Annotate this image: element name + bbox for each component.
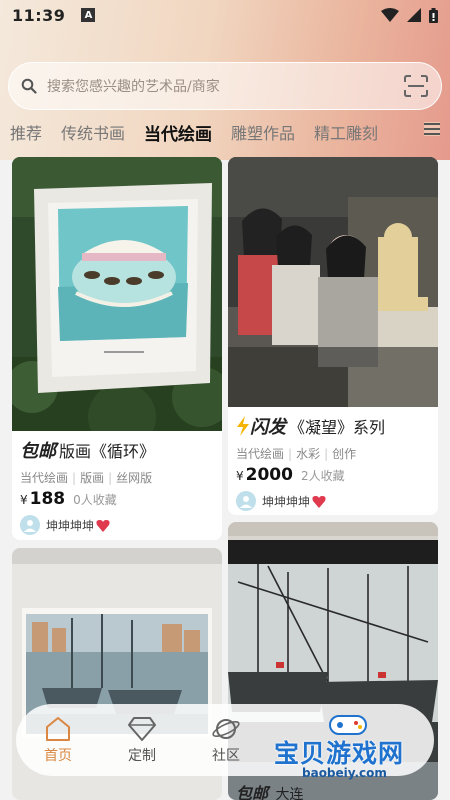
tab-traditional-painting[interactable]: 传统书画: [61, 120, 125, 144]
planet-icon: [212, 718, 240, 739]
battery-icon: [429, 7, 438, 23]
tag: 当代绘画: [236, 447, 285, 461]
product-card[interactable]: 包邮 版画《循环》 当代绘画 | 版画 | 丝网版 ¥ 188 0人收藏 坤坤坤坤: [12, 157, 222, 540]
price-row: ¥ 188 0人收藏: [12, 489, 222, 509]
nav-community[interactable]: 社区: [184, 716, 268, 765]
seller-name: 坤坤坤坤: [262, 494, 311, 509]
product-image: [12, 157, 222, 431]
product-title-text: 大连: [275, 787, 304, 800]
menu-icon[interactable]: [424, 122, 440, 136]
watermark-url: baobeiy.com: [302, 766, 387, 780]
home-icon: [46, 716, 70, 741]
tag: 版画: [80, 471, 105, 485]
nav-community-label: 社区: [212, 747, 240, 764]
seller-info[interactable]: 坤坤坤坤: [228, 491, 438, 511]
status-time: 11:39: [12, 5, 66, 25]
heart-icon: [312, 495, 326, 508]
nav-custom[interactable]: 定制: [100, 716, 184, 765]
currency-symbol: ¥: [20, 493, 28, 507]
shipping-badge: 包邮: [236, 784, 269, 800]
tag: 水彩: [296, 447, 321, 461]
status-icons: [381, 7, 438, 23]
tab-fine-carving[interactable]: 精工雕刻: [314, 120, 378, 144]
seller-info[interactable]: 坤坤坤坤: [12, 515, 222, 535]
wifi-icon: [381, 8, 399, 22]
product-image: [228, 157, 438, 407]
shipping-badge: 包邮: [20, 441, 56, 462]
app-notification-icon: A: [81, 8, 96, 22]
product-title: 包邮 版画《循环》: [12, 437, 222, 463]
signal-icon: [407, 8, 421, 22]
heart-icon: [96, 519, 110, 532]
currency-symbol: ¥: [236, 469, 244, 483]
search-icon: [21, 78, 37, 94]
search-bar[interactable]: 搜索您感兴趣的艺术品/商家: [8, 62, 442, 110]
product-tags: 当代绘画 | 版画 | 丝网版: [20, 471, 153, 485]
favorite-count: 2人收藏: [300, 469, 345, 483]
avatar: [20, 515, 40, 535]
tab-sculpture[interactable]: 雕塑作品: [231, 120, 295, 144]
price: 2000: [245, 465, 293, 485]
tab-contemporary-painting[interactable]: 当代绘画: [144, 120, 212, 145]
watermark-title: 宝贝游戏网: [274, 739, 405, 768]
watermark: 宝贝游戏网 baobeiy.com: [272, 712, 444, 788]
product-card[interactable]: 闪发 《凝望》系列 当代绘画 | 水彩 | 创作 ¥ 2000 2人收藏 坤坤坤坤: [228, 157, 438, 515]
flash-ship-badge: 闪发: [250, 417, 286, 438]
product-title-text: 版画《循环》: [59, 442, 156, 461]
product-title-text: 《凝望》系列: [289, 418, 386, 437]
tab-recommend[interactable]: 推荐: [10, 120, 42, 144]
avatar: [236, 491, 256, 511]
nav-home[interactable]: 首页: [16, 716, 100, 765]
nav-custom-label: 定制: [128, 747, 156, 764]
seller-name: 坤坤坤坤: [46, 518, 95, 533]
price-row: ¥ 2000 2人收藏: [228, 465, 438, 485]
lightning-icon: [237, 416, 249, 436]
tag: 丝网版: [116, 471, 153, 485]
search-placeholder: 搜索您感兴趣的艺术品/商家: [47, 79, 220, 95]
tag: 创作: [332, 447, 357, 461]
scan-icon[interactable]: [403, 75, 429, 97]
diamond-icon: [128, 716, 156, 741]
product-title: 闪发 《凝望》系列: [228, 413, 438, 439]
price: 188: [29, 489, 66, 509]
tag: 当代绘画: [20, 471, 69, 485]
category-tabs: 推荐 传统书画 当代绘画 雕塑作品 精工雕刻: [0, 118, 450, 146]
status-bar: 11:39 A: [0, 0, 450, 30]
gamepad-icon: [329, 715, 367, 735]
nav-home-label: 首页: [44, 747, 72, 764]
favorite-count: 0人收藏: [73, 493, 117, 507]
product-tags: 当代绘画 | 水彩 | 创作: [236, 447, 357, 461]
